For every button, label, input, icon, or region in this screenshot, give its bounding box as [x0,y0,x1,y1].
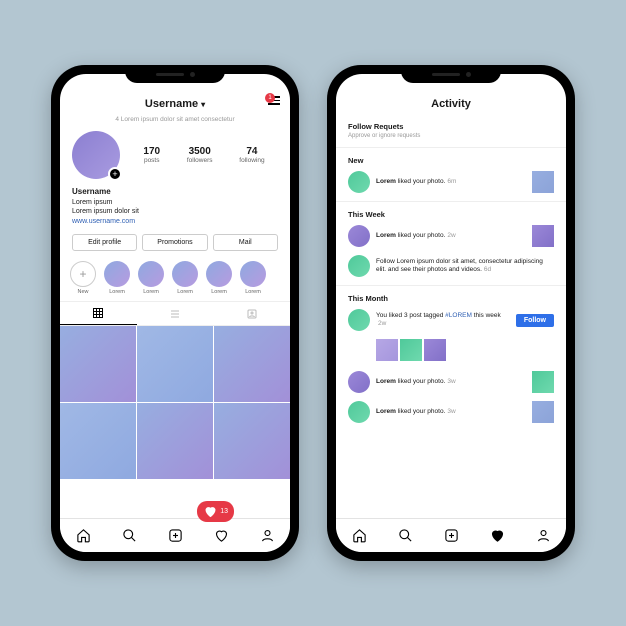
post-thumb[interactable] [137,403,213,479]
avatar-icon [348,255,370,277]
edit-profile-button[interactable]: Edit profile [72,234,137,251]
activity-row[interactable]: Lorem liked your photo.2w [348,221,554,251]
username-dropdown[interactable]: Username ▾ [145,98,205,110]
activity-row[interactable]: Lorem liked your photo.3w [348,397,554,427]
story-item[interactable]: Lorem [206,261,232,295]
post-thumb[interactable] [376,339,398,361]
notch [401,65,501,83]
bottom-nav [336,518,566,552]
section-new: New Lorem liked your photo.6m [336,150,566,199]
grid-icon [92,307,104,319]
bottom-nav: 13 [60,518,290,552]
heart-icon [203,504,218,519]
tagged-icon [246,308,258,320]
chevron-down-icon: ▾ [201,100,205,109]
section-this-month: This Month You liked 3 post tagged #LORE… [336,288,566,337]
avatar-icon [348,401,370,423]
tab-tagged[interactable] [213,302,290,325]
avatar-icon [348,309,370,331]
list-icon [169,308,181,320]
screen-activity: Activity Follow Requets Approve or ignor… [336,74,566,552]
story-item[interactable]: Lorem [240,261,266,295]
screen-profile: Username ▾ 1 4 Lorem ipsum dolor sit ame… [60,74,290,552]
post-thumb [532,171,554,193]
activity-title: Activity [336,94,566,116]
promotions-button[interactable]: Promotions [142,234,207,251]
nav-profile-icon[interactable] [260,528,275,543]
nav-profile-icon[interactable] [536,528,551,543]
nav-add-icon[interactable] [168,528,183,543]
avatar-icon [348,225,370,247]
notification-badge: 1 [265,93,275,103]
bio-link[interactable]: www.username.com [72,217,278,226]
bio-line1: Lorem ipsum [72,198,278,207]
mail-button[interactable]: Mail [213,234,278,251]
profile-tabs [60,301,290,326]
phone-activity: Activity Follow Requets Approve or ignor… [327,65,575,561]
post-thumb[interactable] [214,326,290,402]
header-subtitle: 4 Lorem ipsum dolor sit amet consectetur [60,116,290,129]
post-thumb [532,401,554,423]
stat-posts[interactable]: 170 posts [143,146,160,164]
avatar[interactable]: + [72,131,120,179]
post-thumb [532,225,554,247]
story-highlights: +New Lorem Lorem Lorem Lorem Lorem [60,255,290,301]
avatar-icon [348,371,370,393]
activity-row[interactable]: Lorem liked your photo.3w [348,367,554,397]
tab-grid[interactable] [60,302,137,325]
profile-buttons: Edit profile Promotions Mail [60,230,290,255]
follow-requests[interactable]: Follow Requets Approve or ignore request… [336,116,566,145]
like-popup: 13 [197,501,234,522]
phone-profile: Username ▾ 1 4 Lorem ipsum dolor sit ame… [51,65,299,561]
post-thumb[interactable] [60,326,136,402]
nav-search-icon[interactable] [398,528,413,543]
nav-activity-icon[interactable] [490,528,505,543]
profile-top: + 170 posts 3500 followers 74 following [60,129,290,183]
avatar-icon [348,171,370,193]
bio: Username Lorem ipsum Lorem ipsum dolor s… [60,183,290,230]
stat-following[interactable]: 74 following [239,146,264,164]
post-grid [60,326,290,479]
stats: 170 posts 3500 followers 74 following [130,146,278,164]
nav-home-icon[interactable] [352,528,367,543]
post-thumb[interactable] [137,326,213,402]
post-thumb[interactable] [400,339,422,361]
nav-home-icon[interactable] [76,528,91,543]
tab-list[interactable] [137,302,214,325]
menu-icon[interactable]: 1 [268,96,280,105]
username-text: Username [145,98,198,110]
section-this-week: This Week Lorem liked your photo.2w Foll… [336,204,566,283]
follow-button[interactable]: Follow [516,314,554,327]
story-item[interactable]: Lorem [104,261,130,295]
nav-add-icon[interactable] [444,528,459,543]
activity-row[interactable]: You liked 3 post tagged #LOREM this week… [348,305,554,335]
activity-row[interactable]: Follow Lorem ipsum dolor sit amet, conse… [348,251,554,281]
add-story-icon[interactable]: + [108,167,122,181]
activity-row[interactable]: Lorem liked your photo.6m [348,167,554,197]
post-thumb [532,371,554,393]
bio-line2: Lorem ipsum dolor sit [72,207,278,216]
post-thumb[interactable] [424,339,446,361]
story-new[interactable]: +New [70,261,96,295]
tagged-thumbs [336,337,566,365]
nav-activity-icon[interactable] [214,528,229,543]
story-item[interactable]: Lorem [138,261,164,295]
story-item[interactable]: Lorem [172,261,198,295]
stat-followers[interactable]: 3500 followers [187,146,213,164]
bio-username: Username [72,187,278,198]
post-thumb[interactable] [214,403,290,479]
notch [125,65,225,83]
profile-header: Username ▾ 1 [60,94,290,116]
nav-search-icon[interactable] [122,528,137,543]
post-thumb[interactable] [60,403,136,479]
